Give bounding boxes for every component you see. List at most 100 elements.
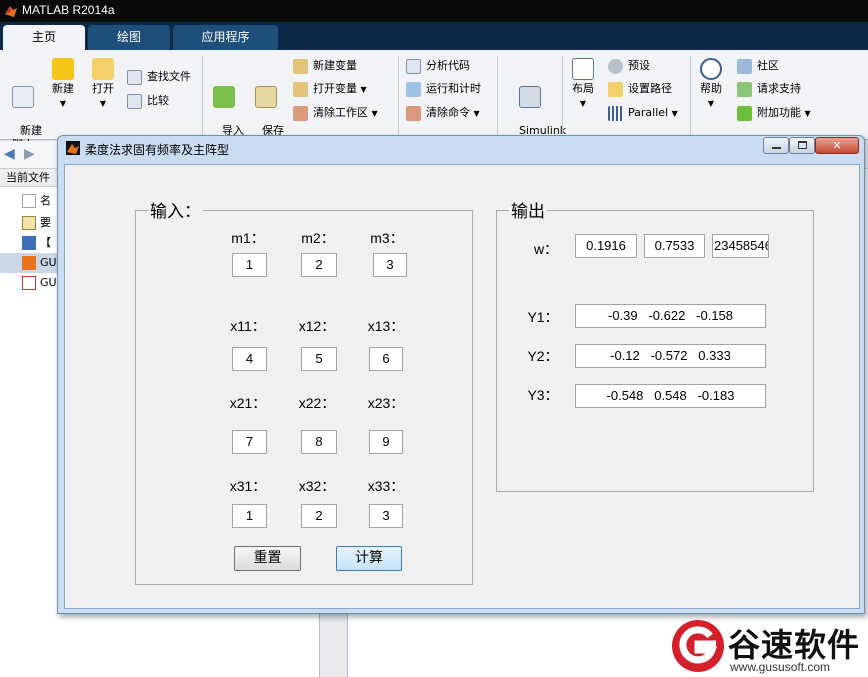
reset-button[interactable]: 重置: [234, 546, 301, 571]
run-and-time-button[interactable]: 运行和计时: [406, 80, 481, 98]
y2-label: Y2：: [527, 348, 559, 364]
add-ons-label: 附加功能: [757, 106, 801, 119]
clear-workspace-button[interactable]: 清除工作区 ▼: [293, 104, 378, 122]
parallel-dropdown-icon: ▼: [671, 109, 678, 118]
matlab-logo-icon: [5, 6, 17, 17]
compute-button[interactable]: 计算: [336, 546, 402, 571]
x11-label: x11：: [230, 318, 266, 334]
x11-input[interactable]: 4: [232, 347, 267, 371]
new-button[interactable]: 新建 ▼: [46, 58, 80, 111]
add-ons-button[interactable]: 附加功能 ▼: [737, 104, 811, 122]
tab-home[interactable]: 主页: [3, 25, 85, 50]
find-files-icon: [127, 70, 142, 85]
open-variable-button[interactable]: 打开变量 ▼: [293, 80, 367, 98]
x32-input[interactable]: 2: [301, 504, 337, 528]
app-title: MATLAB R2014a: [22, 3, 115, 17]
m3-input[interactable]: 3: [373, 253, 407, 277]
m2-input[interactable]: 2: [301, 253, 337, 277]
open-variable-icon: [293, 82, 308, 97]
find-files-label: 查找文件: [147, 70, 191, 83]
ribbon-toolstrip: 新建 脚本 新建▼ 打开▼ 查找文件 比较 导入 数据 保存 工作区 新建变量 …: [0, 50, 868, 151]
maximize-button[interactable]: [789, 137, 815, 154]
ribbon-divider: [497, 56, 498, 136]
x33-input[interactable]: 3: [369, 504, 403, 528]
add-ons-dropdown-icon: ▼: [804, 109, 811, 118]
word-file-icon: [22, 236, 36, 250]
x21-input[interactable]: 7: [232, 430, 267, 454]
clear-workspace-dropdown-icon: ▼: [371, 109, 378, 118]
community-icon: [737, 59, 752, 74]
clear-commands-dropdown-icon: ▼: [473, 109, 480, 118]
y1-label: Y1：: [527, 309, 559, 325]
set-path-button[interactable]: 设置路径: [608, 80, 672, 98]
layout-button[interactable]: 布局 ▼: [568, 58, 598, 111]
ribbon-divider: [562, 56, 563, 136]
m-file-icon: [22, 276, 36, 290]
x33-label: x33：: [367, 478, 405, 494]
community-button[interactable]: 社区: [737, 57, 779, 75]
compare-icon: [127, 94, 142, 109]
x13-input[interactable]: 6: [369, 347, 403, 371]
y3-output[interactable]: -0.548 0.548 -0.183: [575, 384, 766, 408]
x12-input[interactable]: 5: [301, 347, 337, 371]
clear-workspace-label: 清除工作区: [313, 106, 368, 119]
help-dropdown-icon: ▼: [707, 99, 715, 108]
new-variable-label: 新建变量: [313, 59, 357, 72]
w3-output[interactable]: 23458546: [712, 234, 769, 258]
ribbon-divider: [398, 56, 399, 136]
new-variable-icon: [293, 59, 308, 74]
w2-output[interactable]: 0.7533: [644, 234, 705, 258]
parallel-label: Parallel: [628, 106, 669, 119]
analyze-code-button[interactable]: 分析代码: [406, 57, 470, 75]
y1-output[interactable]: -0.39 -0.622 -0.158: [575, 304, 766, 328]
compare-label: 比较: [147, 94, 169, 107]
text-file-icon: [22, 216, 36, 230]
y2-output[interactable]: -0.12 -0.572 0.333: [575, 344, 766, 368]
x12-label: x12：: [298, 318, 336, 334]
open-folder-icon: [92, 58, 114, 80]
import-arrow-icon: [213, 86, 235, 108]
w1-output[interactable]: 0.1916: [575, 234, 637, 258]
simulink-icon: [519, 86, 541, 108]
layout-icon: [572, 58, 594, 80]
add-ons-plus-icon: [737, 106, 752, 121]
x22-input[interactable]: 8: [301, 430, 337, 454]
back-arrow-icon[interactable]: ◀: [4, 146, 15, 162]
compare-button[interactable]: 比较: [127, 92, 169, 110]
analyze-code-label: 分析代码: [426, 59, 470, 72]
m1-input[interactable]: 1: [232, 253, 267, 277]
x31-input[interactable]: 1: [232, 504, 267, 528]
find-files-button[interactable]: 查找文件: [127, 68, 191, 86]
preferences-button[interactable]: 预设: [608, 57, 650, 75]
clear-commands-button[interactable]: 清除命令 ▼: [406, 104, 480, 122]
tab-plots[interactable]: 绘图: [88, 25, 170, 50]
file-icon: [22, 194, 36, 208]
request-support-button[interactable]: 请求支持: [737, 80, 801, 98]
output-panel-title: 输出: [509, 197, 547, 222]
layout-label: 布局: [572, 82, 594, 95]
new-script-icon: [12, 86, 34, 108]
fig-file-icon: [22, 256, 36, 270]
x21-label: x21：: [229, 395, 267, 411]
gear-icon: [608, 59, 623, 74]
gui-figure-window: 柔度法求固有频率及主阵型 ✕ 输入： m1： m2： m3： 1 2 3 x11…: [57, 135, 865, 614]
ribbon-divider: [690, 56, 691, 136]
forward-arrow-icon[interactable]: ▶: [24, 146, 35, 162]
input-panel: 输入： m1： m2： m3： 1 2 3 x11： x12： x13： 4 5…: [135, 197, 473, 585]
minimize-button[interactable]: [763, 137, 789, 154]
open-button[interactable]: 打开 ▼: [86, 58, 120, 111]
run-and-time-icon: [406, 82, 421, 97]
x23-label: x23：: [367, 395, 405, 411]
help-button[interactable]: 帮助 ▼: [696, 58, 726, 111]
maximize-icon: [798, 141, 807, 149]
close-button[interactable]: ✕: [815, 137, 859, 154]
y3-label: Y3：: [527, 387, 559, 403]
community-label: 社区: [757, 59, 779, 72]
request-support-label: 请求支持: [757, 82, 801, 95]
parallel-button[interactable]: Parallel ▼: [608, 104, 678, 122]
tab-apps[interactable]: 应用程序: [173, 25, 278, 50]
new-plus-icon: [52, 58, 74, 80]
new-variable-button[interactable]: 新建变量: [293, 57, 357, 75]
request-support-icon: [737, 82, 752, 97]
x23-input[interactable]: 9: [369, 430, 403, 454]
